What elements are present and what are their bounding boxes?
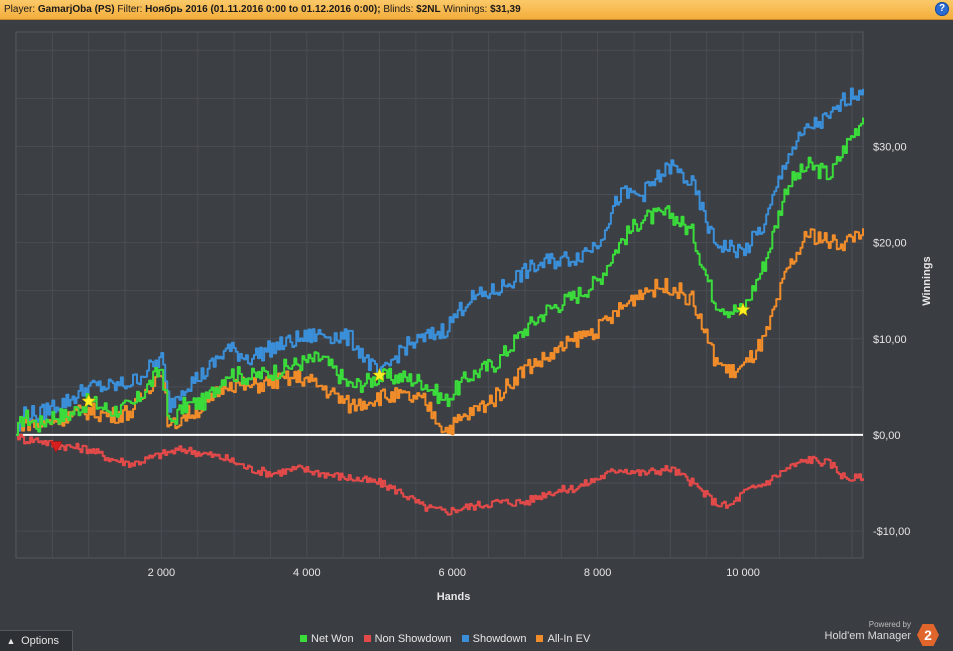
legend-swatch (461, 635, 469, 642)
brand-logo-block: Powered by Hold'em Manager 2 (799, 620, 939, 648)
chevron-up-icon: ▲ (6, 636, 16, 646)
filter-value: Ноябрь 2016 (01.11.2016 0:00 to 01.12.20… (145, 4, 381, 15)
report-header: Player: GamarjOba (PS) Filter: Ноябрь 20… (0, 0, 953, 20)
brand-name: Hold'em Manager (824, 630, 911, 642)
y-tick-label: -$10,00 (873, 526, 910, 538)
legend-item: All-In EV (536, 631, 590, 647)
blinds-label: Blinds: (383, 4, 414, 15)
y-tick-label: $30,00 (873, 141, 907, 153)
blinds-value: $2NL (416, 4, 441, 15)
filter-label: Filter: (117, 4, 143, 15)
chart-legend: Net Won Non Showdown Showdown All-In EV (300, 631, 600, 647)
player-value: GamarjOba (PS) (37, 4, 115, 15)
x-tick-label: 2 000 (148, 567, 176, 579)
y-tick-label: $0,00 (873, 430, 901, 442)
legend-swatch (536, 635, 544, 642)
hm2-logo-icon: 2 (917, 624, 939, 646)
legend-item: Non Showdown (363, 631, 452, 647)
legend-swatch (300, 635, 307, 642)
legend-label: Non Showdown (374, 633, 452, 645)
options-button[interactable]: ▲ Options (0, 630, 73, 651)
x-tick-label: 10 000 (726, 567, 760, 579)
x-tick-label: 6 000 (438, 567, 466, 579)
x-tick-label: 8 000 (584, 567, 612, 579)
winnings-label: Winnings: (443, 4, 488, 15)
legend-item: Net Won (300, 631, 354, 647)
x-axis-title: Hands (437, 591, 471, 603)
plot-area (15, 31, 864, 559)
y-tick-label: $20,00 (873, 238, 907, 250)
player-label: Player: (4, 4, 36, 15)
legend-label: All-In EV (547, 633, 591, 645)
winnings-chart: 2 000 4 000 6 000 8 000 10 000 -$10,00 $0,00 $1… (15, 31, 933, 603)
winnings-value: $31,39 (490, 4, 521, 15)
x-tick-label: 4 000 (293, 567, 321, 579)
y-axis-title: Winnings (921, 256, 933, 305)
legend-label: Net Won (311, 633, 354, 645)
options-label: Options (21, 635, 59, 647)
powered-by-text: Powered by (868, 620, 911, 629)
legend-swatch (363, 635, 371, 642)
legend-label: Showdown (472, 633, 527, 645)
y-tick-label: $10,00 (873, 334, 907, 346)
legend-item: Showdown (461, 631, 527, 647)
help-icon[interactable]: ? (935, 2, 949, 16)
